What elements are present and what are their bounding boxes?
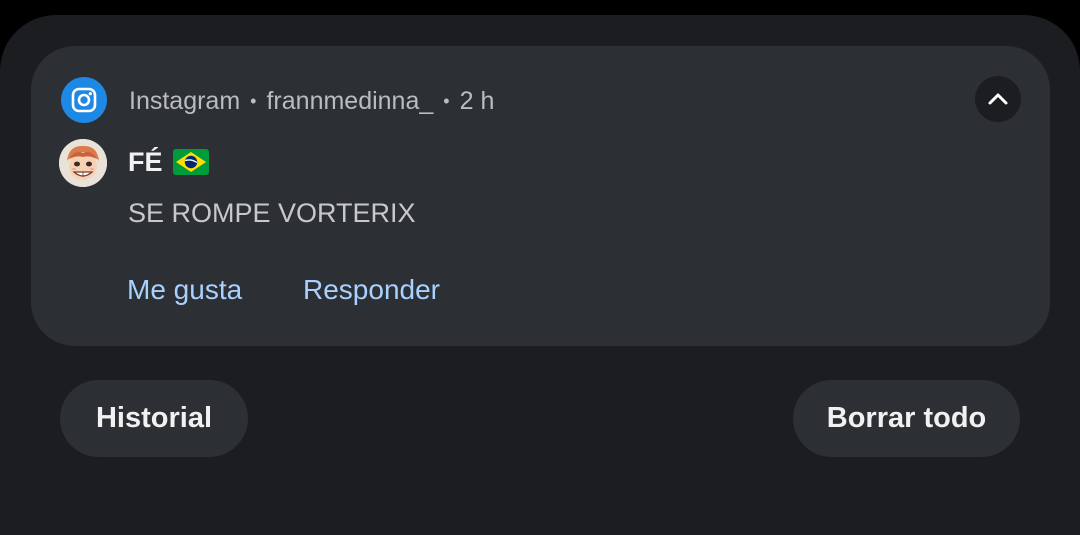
title-text: FÉ — [128, 146, 163, 177]
reply-action-button[interactable]: Responder — [303, 274, 440, 306]
like-action-button[interactable]: Me gusta — [127, 274, 242, 306]
notification-title: FÉ — [128, 145, 209, 179]
avatar — [59, 139, 107, 187]
notification-header: Instagram • frannmedinna_ • 2 h — [129, 86, 494, 116]
app-name: Instagram — [129, 86, 241, 115]
sender-name: frannmedinna_ — [266, 86, 434, 115]
notification-message: SE ROMPE VORTERIX — [128, 198, 416, 228]
separator-dot: • — [250, 90, 257, 111]
history-button[interactable]: Historial — [60, 380, 248, 457]
brazil-flag-icon — [172, 149, 209, 175]
notification-card[interactable]: Instagram • frannmedinna_ • 2 h FÉ SE RO… — [31, 46, 1050, 346]
collapse-button[interactable] — [975, 76, 1021, 122]
instagram-icon — [61, 77, 107, 123]
chevron-up-icon — [988, 93, 1008, 105]
separator-dot: • — [443, 90, 450, 111]
clear-all-button[interactable]: Borrar todo — [793, 380, 1020, 457]
notification-shade: Instagram • frannmedinna_ • 2 h FÉ SE RO… — [0, 15, 1080, 535]
notification-time: 2 h — [459, 86, 495, 115]
